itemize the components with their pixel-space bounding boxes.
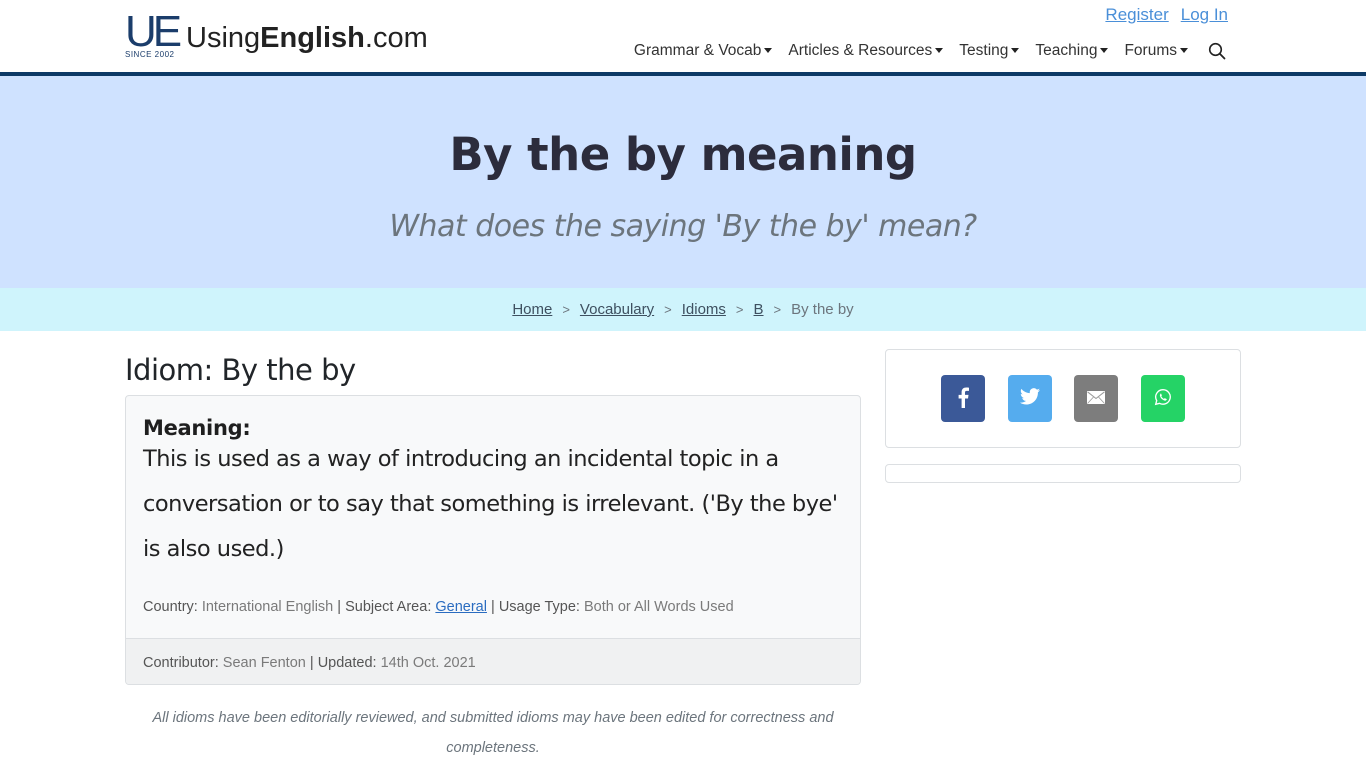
logo-text-using: Using xyxy=(186,22,261,54)
register-link[interactable]: Register xyxy=(1105,5,1168,25)
breadcrumb-idioms[interactable]: Idioms xyxy=(682,301,726,318)
nav-label: Forums xyxy=(1124,42,1177,59)
page-title: By the by meaning xyxy=(449,128,917,181)
breadcrumb-current: By the by xyxy=(791,301,854,318)
idiom-card: Meaning: This is used as a way of introd… xyxy=(125,395,861,685)
sidebar-ad-slot xyxy=(885,464,1241,483)
logo-mark: UE SINCE 2002 xyxy=(125,7,182,60)
nav-label: Testing xyxy=(959,42,1009,59)
updated-value: 14th Oct. 2021 xyxy=(380,654,476,671)
editorial-note: All idioms have been editorially reviewe… xyxy=(152,710,834,756)
logo-since: SINCE 2002 xyxy=(125,50,175,59)
nav-grammar-vocab[interactable]: Grammar & Vocab xyxy=(634,42,773,60)
main-nav: Grammar & Vocab Articles & Resources Tes… xyxy=(634,42,1226,60)
usage-label: Usage Type: xyxy=(498,599,580,615)
idiom-meta: Country: International English | Subject… xyxy=(143,599,734,615)
breadcrumb-separator: > xyxy=(735,302,744,317)
caret-down-icon xyxy=(764,47,773,53)
breadcrumb-separator: > xyxy=(773,302,782,317)
share-twitter-button[interactable] xyxy=(1008,375,1052,422)
site-logo[interactable]: UE SINCE 2002 UsingEnglish.com xyxy=(125,7,428,60)
contributor-label: Contributor: xyxy=(143,654,219,671)
nav-label: Articles & Resources xyxy=(788,42,933,59)
nav-label: Grammar & Vocab xyxy=(633,42,762,59)
breadcrumb-separator: > xyxy=(664,302,672,317)
contributor-value: Sean Fenton xyxy=(222,654,306,671)
email-icon xyxy=(1087,389,1105,408)
caret-down-icon xyxy=(1100,47,1109,53)
subject-label: Subject Area: xyxy=(345,599,432,615)
breadcrumb-home[interactable]: Home xyxy=(512,301,552,318)
meta-divider: | xyxy=(491,599,495,615)
login-link[interactable]: Log In xyxy=(1181,5,1228,25)
nav-label: Teaching xyxy=(1035,42,1098,59)
usage-value: Both or All Words Used xyxy=(584,599,734,615)
page-subtitle: What does the saying 'By the by' mean? xyxy=(389,209,977,244)
nav-forums[interactable]: Forums xyxy=(1124,42,1188,60)
breadcrumb: Home > Vocabulary > Idioms > B > By the … xyxy=(0,288,1366,331)
idiom-card-body: Meaning: This is used as a way of introd… xyxy=(126,396,860,572)
breadcrumb-separator: > xyxy=(562,302,570,317)
search-icon[interactable] xyxy=(1208,42,1226,60)
logo-text-com: .com xyxy=(364,22,428,54)
share-whatsapp-button[interactable] xyxy=(1141,375,1185,422)
share-email-button[interactable] xyxy=(1074,375,1118,422)
caret-down-icon xyxy=(935,47,944,53)
idiom-title: Idiom: By the by xyxy=(125,353,356,387)
share-facebook-button[interactable] xyxy=(941,375,985,422)
facebook-icon xyxy=(956,386,970,412)
meaning-text: This is used as a way of introducing an … xyxy=(143,446,838,562)
nav-teaching[interactable]: Teaching xyxy=(1035,42,1109,60)
breadcrumb-letter-b[interactable]: B xyxy=(754,301,764,318)
caret-down-icon xyxy=(1180,47,1188,53)
site-header: UE SINCE 2002 UsingEnglish.com Register … xyxy=(0,0,1366,76)
country-label: Country: xyxy=(143,599,198,615)
idiom-card-footer: Contributor: Sean Fenton | Updated: 14th… xyxy=(126,638,860,684)
hero-banner: By the by meaning What does the saying '… xyxy=(0,76,1366,288)
breadcrumb-vocabulary[interactable]: Vocabulary xyxy=(580,301,654,318)
subject-link[interactable]: General xyxy=(435,599,487,615)
updated-label: Updated: xyxy=(317,654,377,671)
logo-ue: UE xyxy=(125,7,182,56)
twitter-icon xyxy=(1020,388,1040,409)
meta-divider: | xyxy=(337,599,342,615)
footer-divider: | xyxy=(309,654,314,671)
nav-testing[interactable]: Testing xyxy=(959,42,1020,60)
auth-links: Register Log In xyxy=(1105,5,1228,25)
nav-articles-resources[interactable]: Articles & Resources xyxy=(788,42,944,60)
logo-text: UsingEnglish.com xyxy=(186,20,428,56)
caret-down-icon xyxy=(1011,47,1020,53)
country-value: International English xyxy=(201,599,334,615)
whatsapp-icon xyxy=(1154,388,1172,410)
share-panel xyxy=(885,349,1241,448)
logo-text-english: English xyxy=(260,22,365,54)
